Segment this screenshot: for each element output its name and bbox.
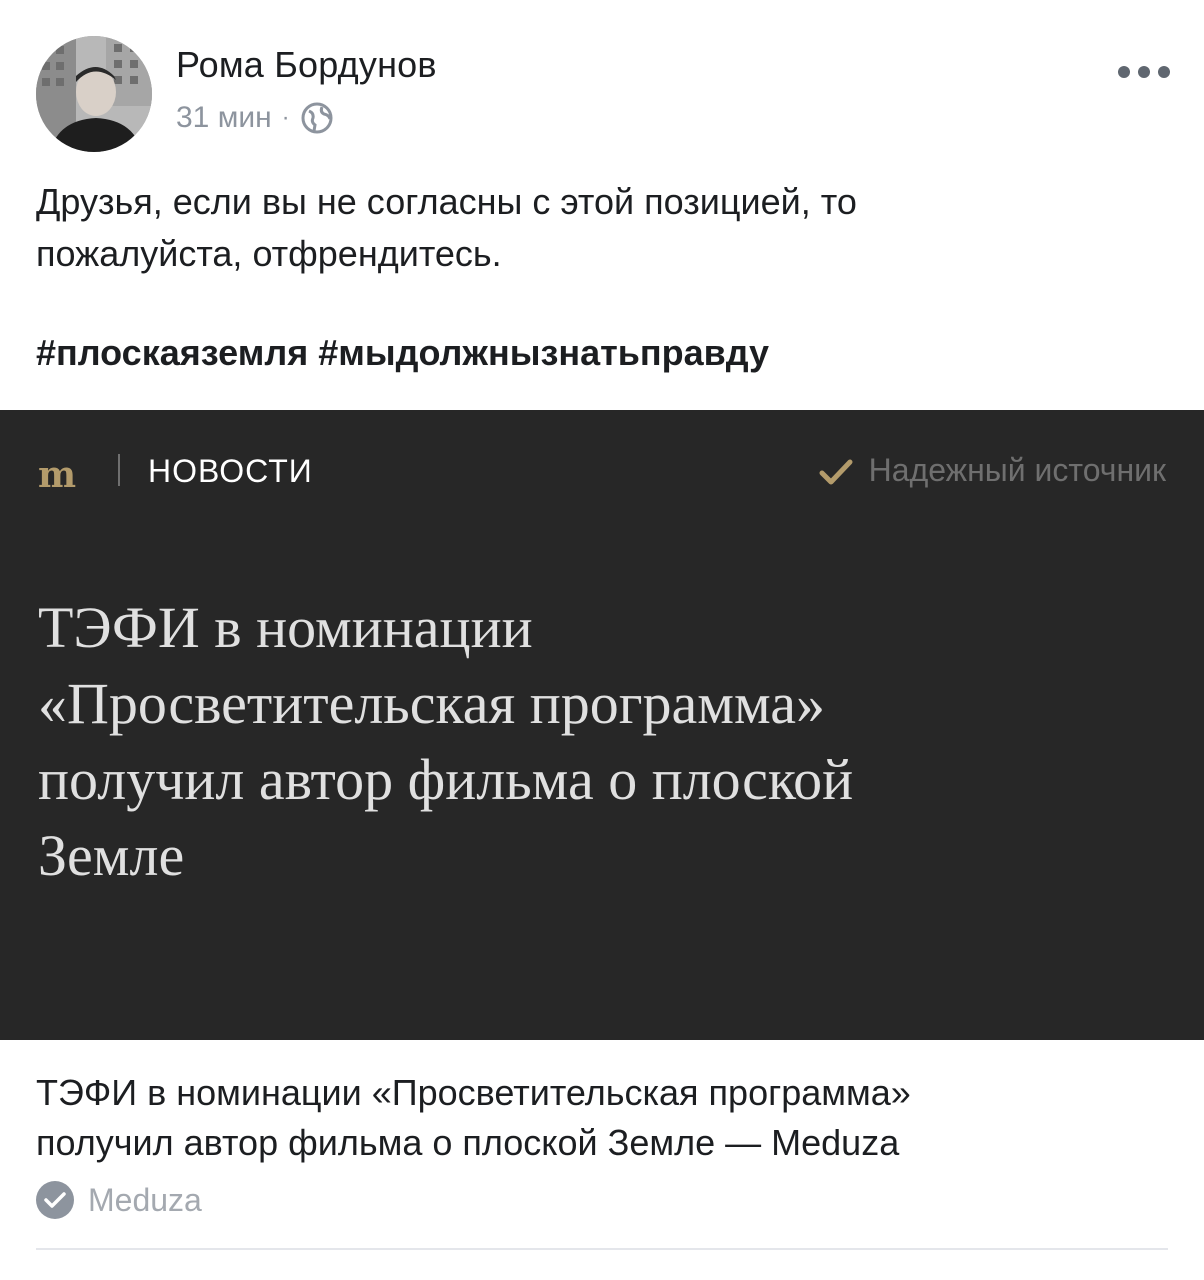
link-source[interactable]: Meduza [36,1180,202,1220]
logo-divider [118,454,120,486]
preview-headline: ТЭФИ в номинации «Просветительская прогр… [38,590,1138,894]
post-text-line-1: Друзья, если вы не согласны с этой позиц… [36,181,857,222]
post-text: Друзья, если вы не согласны с этой позиц… [36,176,1166,280]
preview-headline-line-1: ТЭФИ в номинации [38,595,533,660]
hashtags[interactable]: #плоскаяземля #мыдолжнызнатьправду [36,332,769,374]
trust-label: Надежный источник [868,452,1166,488]
post-time[interactable]: 31 мин [176,101,272,135]
globe-icon[interactable] [300,101,334,135]
post-text-line-2: пожалуйста, отфрендитесь. [36,233,502,274]
link-title-line-2: получил автор фильма о плоской Земле — M… [36,1122,900,1163]
preview-headline-line-4: Земле [38,823,185,888]
preview-headline-line-3: получил автор фильма о плоской [38,747,854,812]
link-title[interactable]: ТЭФИ в номинации «Просветительская прогр… [36,1068,1166,1168]
more-dots-icon[interactable] [1118,62,1170,82]
link-preview-image[interactable]: m НОВОСТИ Надежный источник ТЭФИ в номин… [0,410,1204,1040]
meta-separator: · [281,104,290,131]
verified-check-icon [36,1181,74,1219]
section-label: НОВОСТИ [148,453,313,489]
post-meta: 31 мин · [176,100,334,136]
facebook-post: Рома Бордунов 31 мин · Друзья, если вы н… [0,0,1204,1280]
trust-badge: Надежный источник [819,452,1166,489]
divider [36,1248,1168,1250]
check-icon [819,457,853,485]
meduza-logo: m [38,454,76,496]
link-title-line-1: ТЭФИ в номинации «Просветительская прогр… [36,1072,911,1113]
source-name: Meduza [88,1181,202,1218]
author-name[interactable]: Рома Бордунов [176,44,437,86]
preview-headline-line-2: «Просветительская программа» [38,671,826,736]
avatar-photo [36,36,152,152]
avatar[interactable] [36,36,152,152]
